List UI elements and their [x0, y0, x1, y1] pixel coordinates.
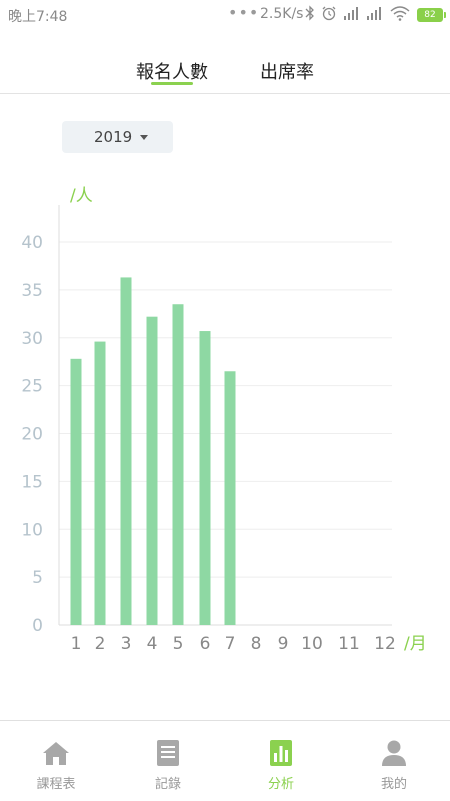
x-tick-label: 5 [173, 634, 184, 654]
y-axis-label: /人 [70, 186, 93, 206]
x-tick-label: 9 [278, 634, 289, 654]
wifi-icon [390, 5, 410, 25]
y-tick-label: 40 [21, 233, 43, 253]
y-tick-label: 20 [21, 425, 43, 445]
nav-label-profile: 我的 [380, 777, 407, 792]
bar [146, 316, 158, 625]
caret-down-icon [140, 135, 148, 140]
nav-item-schedule[interactable]: 課程表 [0, 721, 112, 801]
x-tick-label: 8 [251, 634, 262, 654]
document-icon [157, 740, 179, 766]
y-tick-label: 5 [32, 568, 43, 588]
year-dropdown[interactable]: 2019 [62, 121, 173, 153]
y-tick-label: 25 [21, 377, 43, 397]
year-dropdown-value: 2019 [94, 128, 133, 146]
y-tick-label: 10 [21, 520, 43, 540]
bluetooth-icon [305, 5, 315, 25]
tab-attendance-rate[interactable]: 出席率 [260, 58, 314, 84]
bar [70, 358, 82, 625]
bar [94, 341, 106, 625]
x-tick-label: 6 [200, 634, 211, 654]
nav-item-analysis[interactable]: 分析 [225, 721, 337, 801]
nav-item-records[interactable]: 記錄 [112, 721, 224, 801]
x-tick-label: 11 [338, 634, 360, 654]
battery-icon: 82 [417, 8, 446, 22]
x-tick-label: 3 [121, 634, 132, 654]
x-tick-label: 1 [71, 634, 82, 654]
tab-registration-count[interactable]: 報名人數 [136, 58, 208, 84]
network-speed: 2.5K/s [260, 6, 304, 22]
x-tick-label: 10 [301, 634, 323, 654]
more-dots-icon: ••• [228, 3, 260, 22]
nav-label-analysis: 分析 [267, 777, 294, 792]
bar-chart: 0510152025303540/人/月1 2 3 4 5 6 7 8 9 10 11 12 [21, 186, 427, 654]
x-tick-label: 12 [374, 634, 396, 654]
signal-icon [366, 5, 384, 25]
status-time: 晚上7:48 [8, 9, 68, 25]
y-tick-label: 35 [21, 281, 43, 301]
alarm-icon [321, 5, 337, 25]
bar [224, 371, 236, 625]
bottom-navigation: 課程表 記錄 分析 我的 [0, 720, 450, 801]
status-bar: 晚上7:48 ••• 2.5K/s 82 [0, 0, 450, 30]
nav-label-records: 記錄 [154, 777, 181, 792]
x-tick-label: 7 [225, 634, 236, 654]
y-tick-label: 0 [32, 616, 43, 636]
x-tick-label: 2 [95, 634, 106, 654]
bar [199, 331, 211, 625]
x-tick-label: 4 [147, 634, 158, 654]
divider [0, 93, 450, 94]
nav-item-profile[interactable]: 我的 [338, 721, 450, 801]
person-icon [382, 740, 406, 766]
y-tick-label: 30 [21, 329, 43, 349]
x-axis-label: /月 [404, 634, 427, 654]
bar-chart-icon [270, 740, 292, 766]
tab-bar: 報名人數 出席率 [0, 50, 450, 94]
home-icon [43, 742, 69, 765]
active-tab-indicator [151, 82, 193, 85]
y-tick-label: 15 [21, 472, 43, 492]
bar [120, 277, 132, 625]
nav-label-schedule: 課程表 [36, 777, 76, 792]
signal-hd-icon [342, 5, 362, 25]
bar [172, 304, 184, 625]
